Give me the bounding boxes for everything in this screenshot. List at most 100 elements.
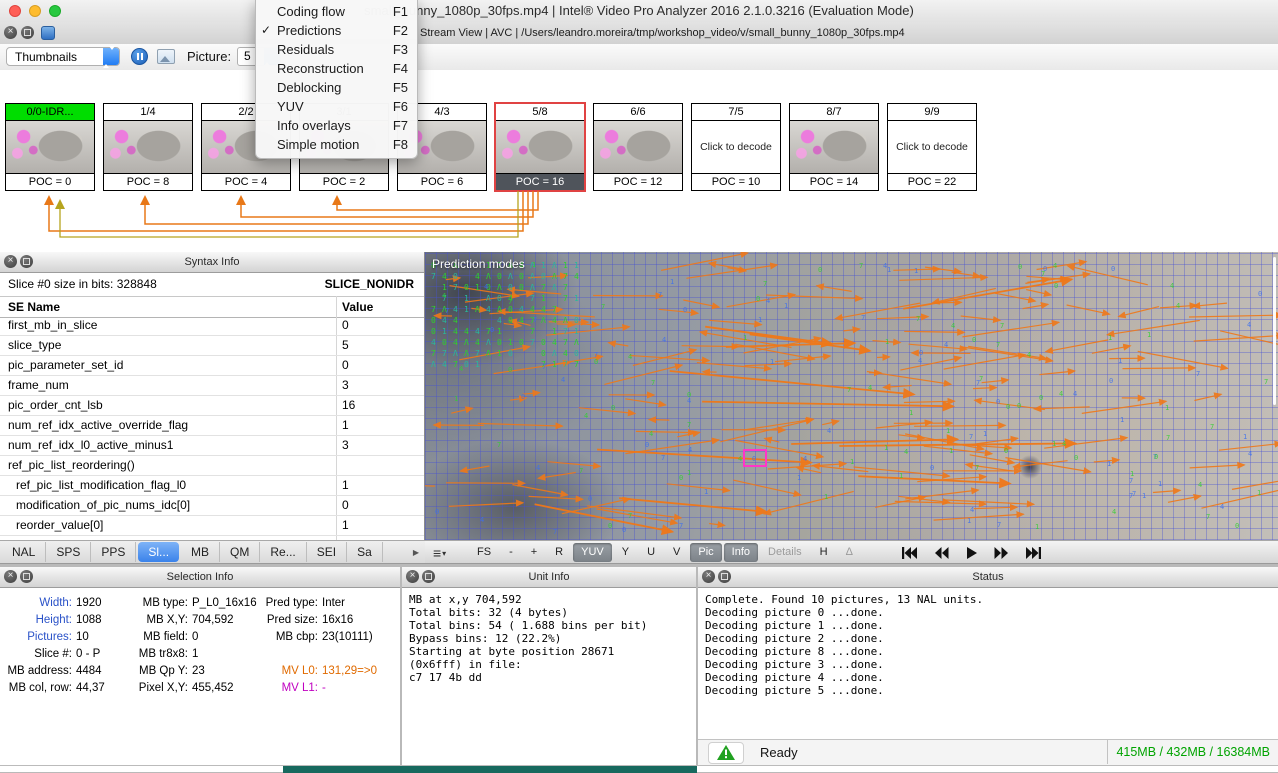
bottom-strip [0, 765, 1278, 772]
video-toolbar-button-label: + [531, 546, 537, 558]
video-toolbar-button-label: YUV [581, 546, 604, 558]
step-backward-button[interactable] [933, 546, 950, 560]
tab-scroll-right-icon[interactable]: ▶ [409, 546, 423, 560]
video-toolbar-button[interactable]: V [665, 543, 688, 562]
thumbnail[interactable]: 5/8 POC = 16 [495, 103, 585, 191]
syntax-row[interactable]: num_ref_idx_active_override_flag 1 [0, 416, 424, 436]
picture-view-icon[interactable] [157, 49, 175, 64]
dock-restore-icon[interactable] [41, 26, 55, 40]
menu-item[interactable]: ✓ Info overlays F7 [256, 116, 417, 135]
tab-label: SPS [56, 545, 80, 559]
skip-to-start-button[interactable] [901, 546, 918, 560]
skip-to-end-button[interactable] [1025, 546, 1042, 560]
syntax-row[interactable]: pic_parameter_set_id 0 [0, 356, 424, 376]
syntax-row[interactable]: reorder_value[0] 1 [0, 516, 424, 536]
syntax-tab[interactable]: SEI [307, 542, 347, 562]
thumbnail[interactable]: 6/6 POC = 12 [593, 103, 683, 191]
thumbnail[interactable]: 0/0-IDR... POC = 0 [5, 103, 95, 191]
video-toolbar-button[interactable]: R [547, 543, 571, 562]
overlay-menu-button[interactable]: ≡▾ [433, 543, 446, 564]
panel-float-icon[interactable] [422, 570, 435, 583]
panel-close-icon[interactable]: × [406, 570, 419, 583]
video-toolbar-button[interactable]: H [812, 543, 836, 562]
panel-close-icon[interactable]: × [4, 570, 17, 583]
slice-type-text: SLICE_NONIDR [325, 273, 414, 296]
thumbnail-label: 9/9 [888, 104, 976, 121]
selected-macroblock[interactable] [743, 449, 767, 467]
syntax-row[interactable]: slice_type 5 [0, 336, 424, 356]
thumbnail[interactable]: 8/7 POC = 14 [789, 103, 879, 191]
thumbnail-label: 5/8 [496, 104, 584, 121]
syntax-row[interactable]: num_ref_idx_l0_active_minus1 3 [0, 436, 424, 456]
macroblock-grid-overlay [425, 252, 1278, 540]
video-toolbar-button-label: Pic [698, 546, 713, 558]
dock-float-icon[interactable] [21, 26, 34, 39]
video-toolbar-button[interactable]: Y [614, 543, 637, 562]
menu-item[interactable]: ✓ Reconstruction F4 [256, 59, 417, 78]
thumbnail[interactable]: 7/5 Click to decode POC = 10 [691, 103, 781, 191]
video-toolbar-button[interactable]: - [501, 543, 521, 562]
tab-label: PPS [101, 545, 125, 559]
panel-close-icon[interactable]: × [702, 570, 715, 583]
thumbnail-poc: POC = 14 [790, 173, 878, 190]
video-view[interactable]: 0Λ17Λ4Λ1Λ117404Λ0Λ0Λ0Λ7417010Λ00Λ7Λ771Λ0… [425, 252, 1278, 540]
view-mode-select[interactable]: Thumbnails [6, 47, 120, 66]
thumbnail-image[interactable] [6, 121, 94, 173]
thumbnail-image[interactable] [496, 121, 584, 173]
syntax-row[interactable]: ref_pic_list_reordering() [0, 456, 424, 476]
video-scrollbar[interactable] [1273, 257, 1276, 405]
panel-close-icon[interactable]: × [4, 255, 17, 268]
menu-item[interactable]: ✓ Simple motion F8 [256, 135, 417, 154]
dock-close-icon[interactable]: × [4, 26, 17, 39]
selection-label: MB X,Y: [108, 612, 192, 629]
video-toolbar-button[interactable]: Δ [838, 543, 861, 562]
panel-float-icon[interactable] [20, 255, 33, 268]
play-button[interactable] [965, 546, 978, 560]
status-line: Decoding picture 1 ...done. [705, 619, 1278, 632]
step-forward-button[interactable] [993, 546, 1010, 560]
thumbnail-image[interactable]: Click to decode [692, 121, 780, 173]
thumbnail-image[interactable] [104, 121, 192, 173]
syntax-row[interactable]: modification_of_pic_nums_idc[0] 0 [0, 496, 424, 516]
syntax-tab[interactable]: Sl... [138, 542, 179, 562]
video-toolbar-button[interactable]: Info [724, 543, 758, 562]
thumbnail[interactable]: 9/9 Click to decode POC = 22 [887, 103, 977, 191]
thumbnail-image[interactable] [790, 121, 878, 173]
syntax-tab[interactable]: MB [181, 542, 220, 562]
panel-float-icon[interactable] [20, 570, 33, 583]
selection-label: Pixel X,Y: [108, 680, 192, 697]
menu-item[interactable]: ✓ Residuals F3 [256, 40, 417, 59]
menu-item[interactable]: ✓ Deblocking F5 [256, 78, 417, 97]
panel-float-icon[interactable] [718, 570, 731, 583]
thumbnail-image[interactable]: Click to decode [888, 121, 976, 173]
video-toolbar-button[interactable]: FS [469, 543, 499, 562]
syntax-tab[interactable]: Re... [260, 542, 306, 562]
selection-row: Pred size:16x16 [256, 612, 377, 629]
syntax-tab[interactable]: NAL [2, 542, 46, 562]
menu-item[interactable]: ✓ Predictions F2 [256, 21, 417, 40]
video-toolbar-buttons: FS - + R YUV Y U V Pic Info Details [469, 543, 861, 562]
video-toolbar-button[interactable]: U [639, 543, 663, 562]
thumbnail-image[interactable] [594, 121, 682, 173]
syntax-tab[interactable]: QM [220, 542, 260, 562]
tab-label: QM [230, 545, 249, 559]
menu-item[interactable]: ✓ Coding flow F1 [256, 2, 417, 21]
video-toolbar-button[interactable]: YUV [573, 543, 612, 562]
thumbnail[interactable]: 1/4 POC = 8 [103, 103, 193, 191]
menu-item[interactable]: ✓ YUV F6 [256, 97, 417, 116]
video-toolbar-button[interactable]: Details [760, 543, 810, 562]
video-toolbar-button[interactable]: Pic [690, 543, 721, 562]
syntax-row[interactable]: frame_num 3 [0, 376, 424, 396]
video-toolbar-button[interactable]: + [523, 543, 545, 562]
syntax-tab[interactable]: SPS [46, 542, 91, 562]
se-value: 0 [342, 316, 349, 335]
syntax-tab[interactable]: Sa [347, 542, 383, 562]
syntax-row[interactable]: first_mb_in_slice 0 [0, 316, 424, 336]
warning-chip[interactable] [708, 742, 744, 764]
syntax-row[interactable]: ref_pic_list_modification_flag_l0 1 [0, 476, 424, 496]
syntax-row[interactable]: pic_order_cnt_lsb 16 [0, 396, 424, 416]
analyze-button[interactable] [131, 48, 148, 65]
video-toolbar-button-label: FS [477, 546, 491, 558]
syntax-tab[interactable]: PPS [91, 542, 136, 562]
thumbnail-label: 8/7 [790, 104, 878, 121]
